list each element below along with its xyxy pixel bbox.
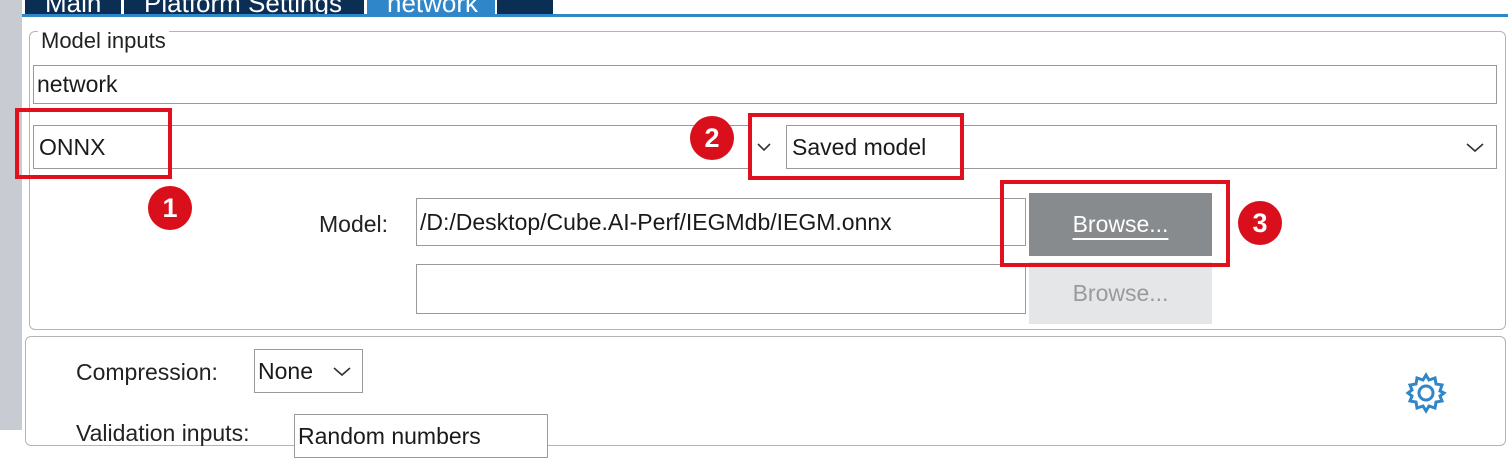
annotation-box-2 (748, 113, 964, 180)
annotation-box-1 (15, 108, 172, 179)
annotation-badge-1: 1 (148, 186, 192, 230)
compression-label: Compression: (76, 359, 218, 385)
model-inputs-legend: Model inputs (38, 28, 169, 54)
model-path-input[interactable]: /D:/Desktop/Cube.AI-Perf/IEGMdb/IEGM.onn… (416, 198, 1026, 246)
tab-underline (22, 14, 1508, 17)
model-label: Model: (319, 211, 389, 237)
browse-button-disabled[interactable]: Browse... (1029, 262, 1212, 324)
tab-network[interactable]: network (367, 0, 495, 14)
annotation-badge-2: 2 (690, 116, 734, 160)
second-path-input[interactable] (416, 264, 1026, 314)
model-name-input[interactable]: network (33, 65, 1497, 104)
left-rail (0, 0, 22, 430)
tab-main-label: Main (45, 0, 101, 14)
tab-main[interactable]: Main (25, 0, 121, 14)
tab-network-label: network (387, 0, 478, 14)
validation-label: Validation inputs: (76, 420, 250, 446)
compression-chevron-down-icon (333, 364, 351, 378)
compression-select[interactable]: None (254, 349, 363, 393)
tab-platform-settings-label: Platform Settings (144, 0, 342, 14)
annotation-box-3 (1000, 180, 1230, 267)
compression-value: None (258, 358, 313, 384)
annotation-badge-3: 3 (1238, 201, 1282, 245)
browse-disabled-label: Browse... (1072, 280, 1169, 306)
model-type-chevron-down-icon[interactable] (1466, 140, 1484, 154)
gear-icon[interactable] (1404, 371, 1448, 415)
tab-platform-settings[interactable]: Platform Settings (124, 0, 364, 14)
validation-select[interactable]: Random numbers (294, 414, 548, 458)
tab-extra[interactable] (497, 0, 553, 14)
